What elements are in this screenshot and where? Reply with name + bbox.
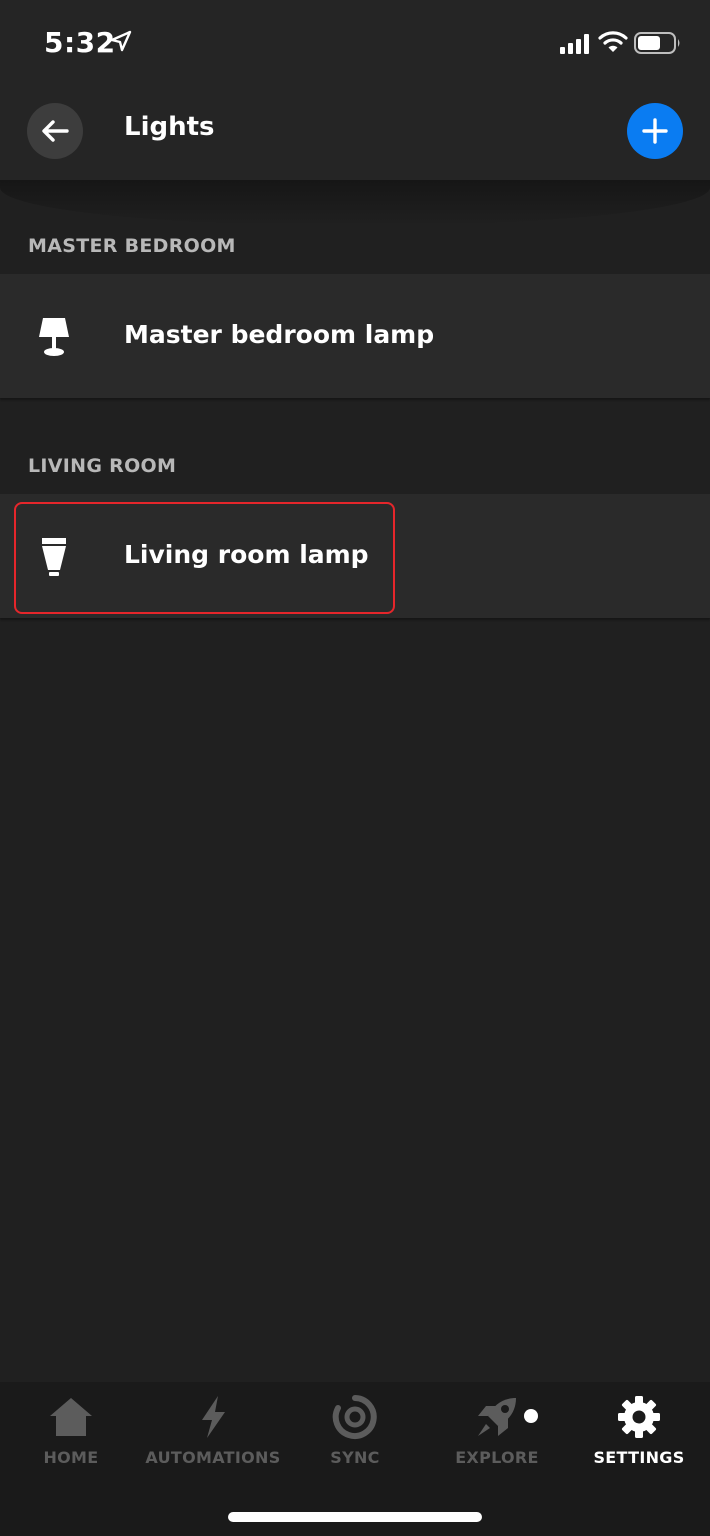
wifi-icon [598,31,628,52]
tab-label: SETTINGS [593,1448,685,1467]
light-label: Master bedroom lamp [124,320,435,349]
rocket-icon [478,1398,516,1436]
cellular-signal-icon [560,34,589,54]
explore-notification-dot [524,1409,538,1423]
navigation-header: Lights [0,90,710,180]
battery-icon [634,32,680,54]
back-button[interactable] [27,103,83,159]
tab-label: HOME [43,1448,99,1467]
sync-icon [332,1395,377,1439]
table-lamp-icon [39,318,69,356]
tab-automations[interactable]: AUTOMATIONS [142,1382,284,1482]
tab-sync[interactable]: SYNC [284,1382,426,1482]
tab-label: AUTOMATIONS [145,1448,281,1467]
light-row-master-bedroom-lamp[interactable]: Master bedroom lamp [0,274,710,398]
light-label: Living room lamp [124,540,369,569]
plus-icon [642,118,668,144]
app-root: 5:32 Lights MASTER BEDROOM Master bedroo… [0,0,710,1536]
tab-label: SYNC [330,1448,380,1467]
light-row-living-room-lamp[interactable]: Living room lamp [0,494,710,618]
add-light-button[interactable] [627,103,683,159]
section-header-master-bedroom: MASTER BEDROOM [28,235,236,257]
tab-home[interactable]: HOME [0,1382,142,1482]
arrow-left-icon [42,120,69,142]
bulb-icon [42,538,66,576]
gear-icon [618,1396,660,1438]
status-time: 5:32 [44,26,116,59]
lightning-icon [202,1396,225,1438]
tab-label: EXPLORE [455,1448,539,1467]
tab-explore[interactable]: EXPLORE [426,1382,568,1482]
status-bar: 5:32 [0,0,710,90]
home-icon [50,1398,92,1436]
home-indicator[interactable] [228,1512,482,1522]
location-arrow-icon [110,30,132,52]
page-title: Lights [124,112,215,142]
section-header-living-room: LIVING ROOM [28,455,177,477]
tab-settings[interactable]: SETTINGS [568,1382,710,1482]
header-shadow [0,180,710,226]
